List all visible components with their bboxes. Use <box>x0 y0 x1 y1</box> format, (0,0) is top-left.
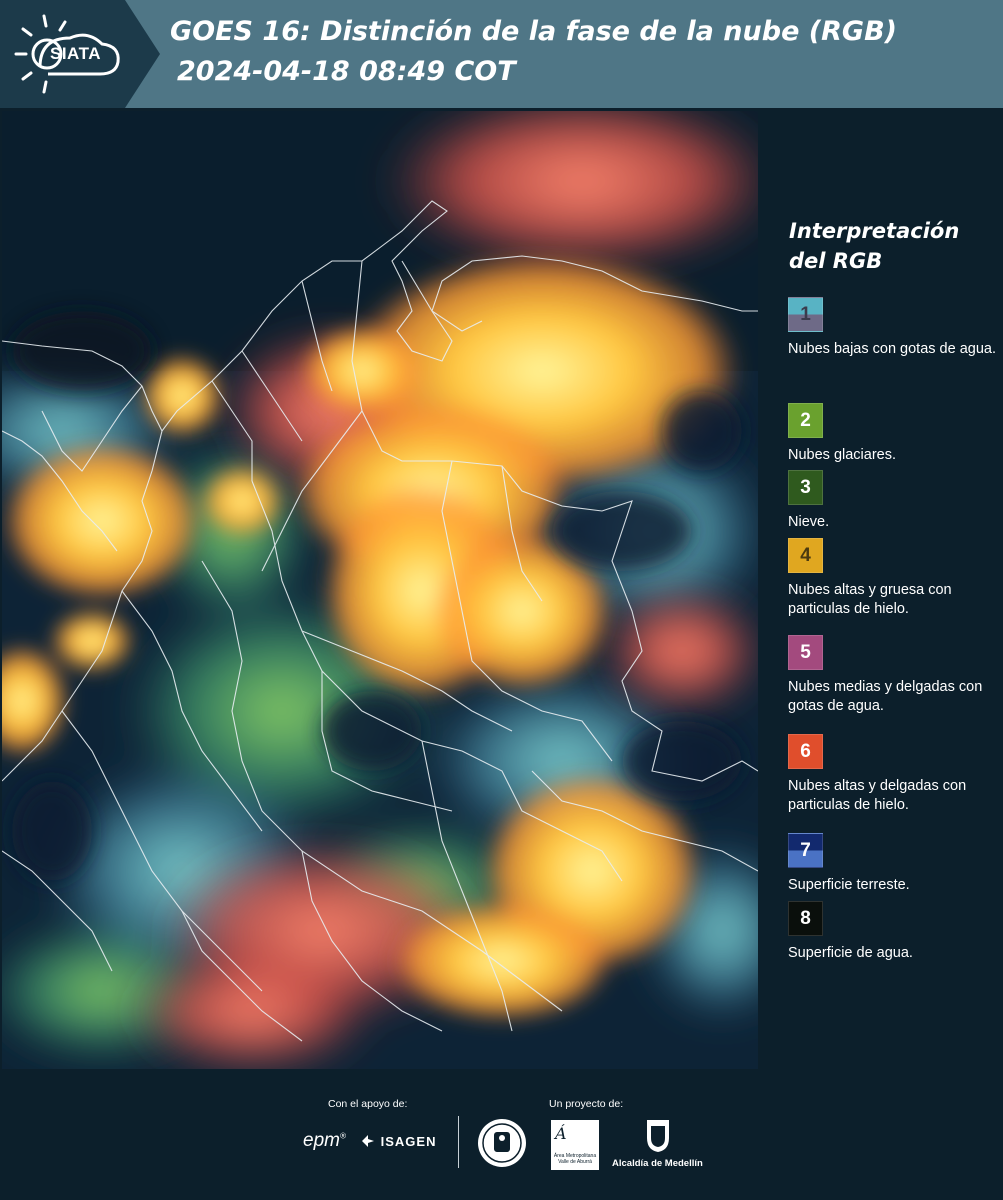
support-label: Con el apoyo de: <box>328 1098 408 1110</box>
footer-divider <box>458 1116 459 1168</box>
area-logo-mark: Á <box>555 1124 567 1143</box>
area-metropolitana-logo[interactable]: Á Área Metropolitana Valle de Aburrá <box>551 1120 599 1170</box>
legend-number: 4 <box>800 544 811 566</box>
legend-description: Superficie terreste. <box>788 877 910 893</box>
legend-item-5: 5 Nubes medias y delgadas con gotas de ag… <box>788 635 1003 716</box>
isagen-logo-text: ISAGEN <box>380 1134 437 1149</box>
legend-swatch: 6 <box>788 734 823 769</box>
epm-logo[interactable]: epm® <box>303 1130 346 1152</box>
legend-swatch: 3 <box>788 470 823 505</box>
legend-description: Nieve. <box>788 514 830 530</box>
legend-description: Nubes altas y delgadas con particulas de… <box>788 778 967 813</box>
logo-text: SIATA <box>50 44 101 63</box>
legend-item-8: 8 Superficie de agua. <box>788 901 1003 963</box>
legend-description: Nubes altas y gruesa con particulas de h… <box>788 582 952 617</box>
university-seal-icon[interactable] <box>477 1118 527 1168</box>
legend-number: 7 <box>800 839 811 861</box>
legend-number: 8 <box>800 907 811 929</box>
satellite-image <box>2 111 758 1069</box>
legend-title-line1: Interpretación <box>789 219 960 243</box>
legend-item-3: 3 Nieve. <box>788 470 1003 532</box>
coat-of-arms-icon[interactable] <box>645 1118 671 1154</box>
project-label: Un proyecto de: <box>549 1098 624 1110</box>
area-logo-text: Área Metropolitana Valle de Aburrá <box>553 1153 597 1165</box>
legend-number: 3 <box>800 476 811 498</box>
legend-swatch: 4 <box>788 538 823 573</box>
epm-logo-text: epm <box>303 1130 340 1151</box>
legend-swatch: 1 <box>788 297 823 332</box>
page-timestamp: 2024-04-18 08:49 COT <box>177 56 516 87</box>
legend-item-7: 7 Superficie terreste. <box>788 833 1003 895</box>
legend-description: Nubes bajas con gotas de agua. <box>788 341 996 357</box>
legend-swatch: 2 <box>788 403 823 438</box>
legend-description: Nubes medias y delgadas con gotas de agu… <box>788 679 983 714</box>
legend-number: 5 <box>800 641 811 663</box>
alcaldia-medellin-label[interactable]: Alcaldía de Medellín <box>612 1158 703 1169</box>
isagen-logo[interactable]: ISAGEN <box>360 1133 436 1149</box>
legend-number: 2 <box>800 409 811 431</box>
legend-item-2: 2 Nubes glaciares. <box>788 403 1003 465</box>
legend-swatch: 5 <box>788 635 823 670</box>
legend-swatch: 8 <box>788 901 823 936</box>
page-title: GOES 16: Distinción de la fase de la nub… <box>170 16 897 47</box>
legend-title: Interpretación del RGB <box>789 216 989 276</box>
legend-description: Superficie de agua. <box>788 945 913 961</box>
satellite-rgb-map[interactable] <box>2 111 758 1069</box>
isagen-mark-icon <box>362 1135 374 1147</box>
legend-swatch: 7 <box>788 833 823 868</box>
logo-tab[interactable]: SIATA <box>0 0 160 108</box>
legend-item-1: 1 Nubes bajas con gotas de agua. <box>788 297 1003 359</box>
legend-title-line2: del RGB <box>789 249 883 273</box>
legend-item-6: 6 Nubes altas y delgadas con particulas d… <box>788 734 1003 815</box>
footer: Con el apoyo de: Un proyecto de: epm® IS… <box>0 1070 1003 1200</box>
legend-panel: Interpretación del RGB 1 Nubes bajas con … <box>760 108 1003 1070</box>
legend-item-4: 4 Nubes altas y gruesa con particulas de … <box>788 538 1003 619</box>
legend-description: Nubes glaciares. <box>788 447 896 463</box>
legend-number: 1 <box>800 303 811 325</box>
header-bar: SIATA GOES 16: Distinción de la fase de … <box>0 0 1003 108</box>
legend-number: 6 <box>800 740 811 762</box>
